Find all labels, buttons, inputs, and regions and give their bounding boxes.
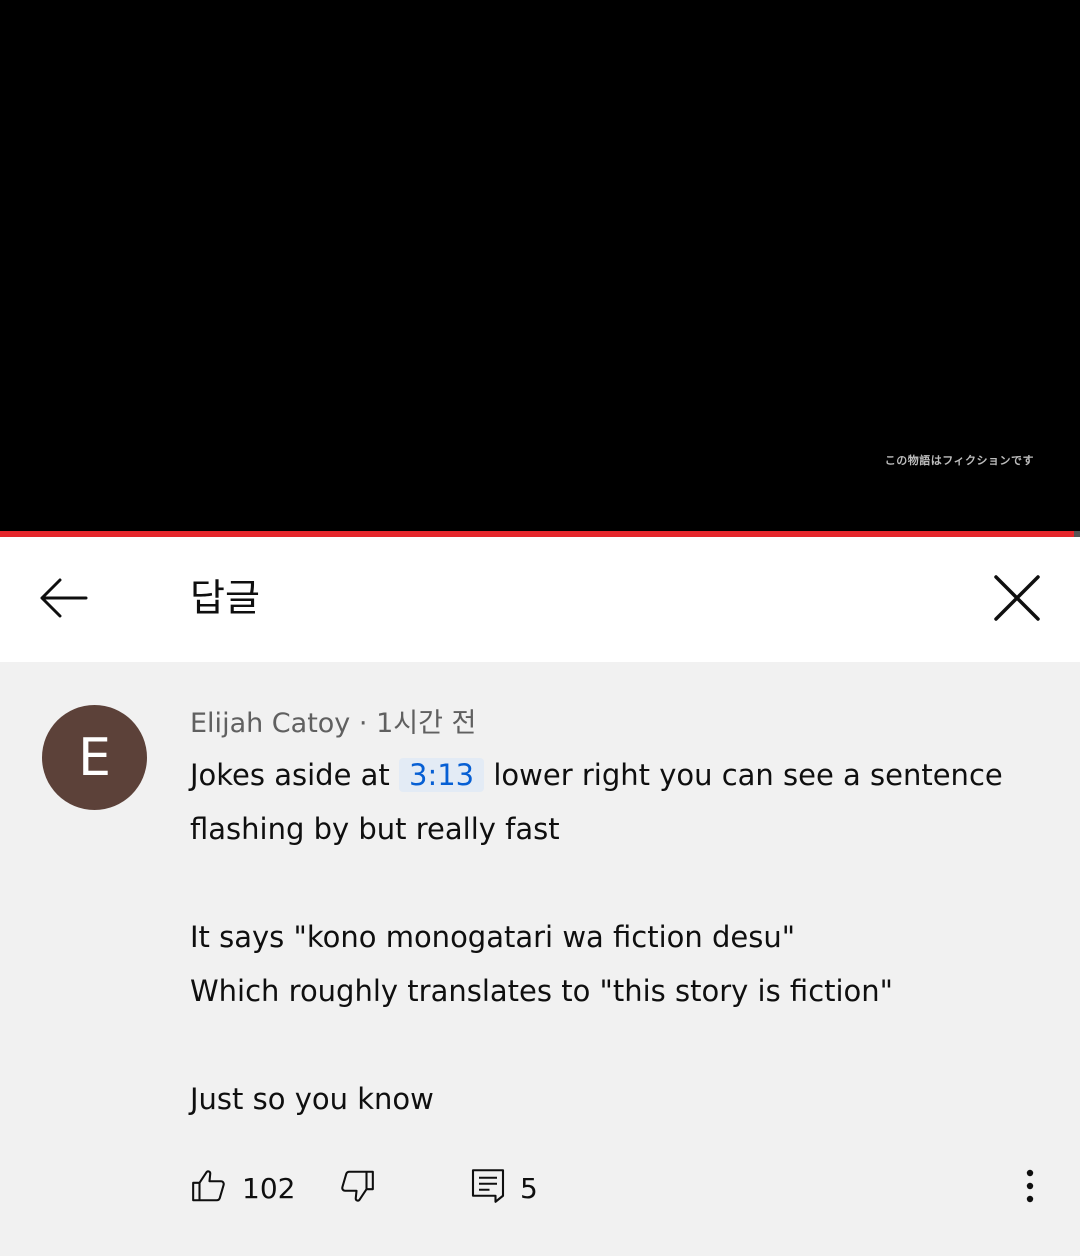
close-icon: [993, 574, 1041, 626]
thumbs-down-icon: [338, 1167, 376, 1209]
comment-time: 1시간 전: [376, 708, 477, 739]
comment-paragraph-2-line-2: Which roughly translates to "this story …: [190, 974, 894, 1008]
reply-button[interactable]: 5: [470, 1158, 538, 1218]
dislike-button[interactable]: [338, 1158, 376, 1218]
page-title: 답글: [190, 576, 260, 620]
more-options-button[interactable]: [1010, 1158, 1050, 1218]
comment-author[interactable]: Elijah Catoy: [190, 708, 350, 739]
video-player[interactable]: この物語はフィクションです: [0, 0, 1080, 532]
comment-paragraph-3: Just so you know: [190, 1082, 434, 1116]
timestamp-link[interactable]: 3:13: [399, 758, 485, 792]
comment-paragraph-2-line-1: It says "kono monogatari wa fiction desu…: [190, 920, 796, 954]
comment-actions: 102 5: [0, 1158, 1080, 1218]
reply-icon: [470, 1167, 506, 1209]
video-subtitle: この物語はフィクションです: [884, 454, 1034, 467]
avatar-letter: E: [78, 727, 111, 788]
like-button[interactable]: 102: [190, 1158, 295, 1218]
comment-paragraph-1: Jokes aside at 3:13 lower right you can …: [190, 748, 1030, 856]
like-count: 102: [242, 1171, 296, 1205]
reply-count: 5: [520, 1171, 538, 1205]
arrow-left-icon: [38, 578, 88, 622]
meta-separator: ·: [358, 708, 368, 739]
comment: E Elijah Catoy · 1시간 전 Jokes aside at 3:…: [0, 662, 1080, 1256]
replies-header: 답글: [0, 537, 1080, 662]
close-button[interactable]: [982, 565, 1052, 635]
avatar[interactable]: E: [42, 705, 147, 810]
comment-text: Jokes aside at 3:13 lower right you can …: [190, 748, 1030, 1126]
thumbs-up-icon: [190, 1167, 228, 1209]
comment-meta: Elijah Catoy · 1시간 전: [190, 704, 476, 744]
more-vertical-icon: [1025, 1169, 1035, 1207]
comment-text-before-timestamp: Jokes aside at: [190, 758, 399, 792]
back-button[interactable]: [30, 567, 96, 633]
